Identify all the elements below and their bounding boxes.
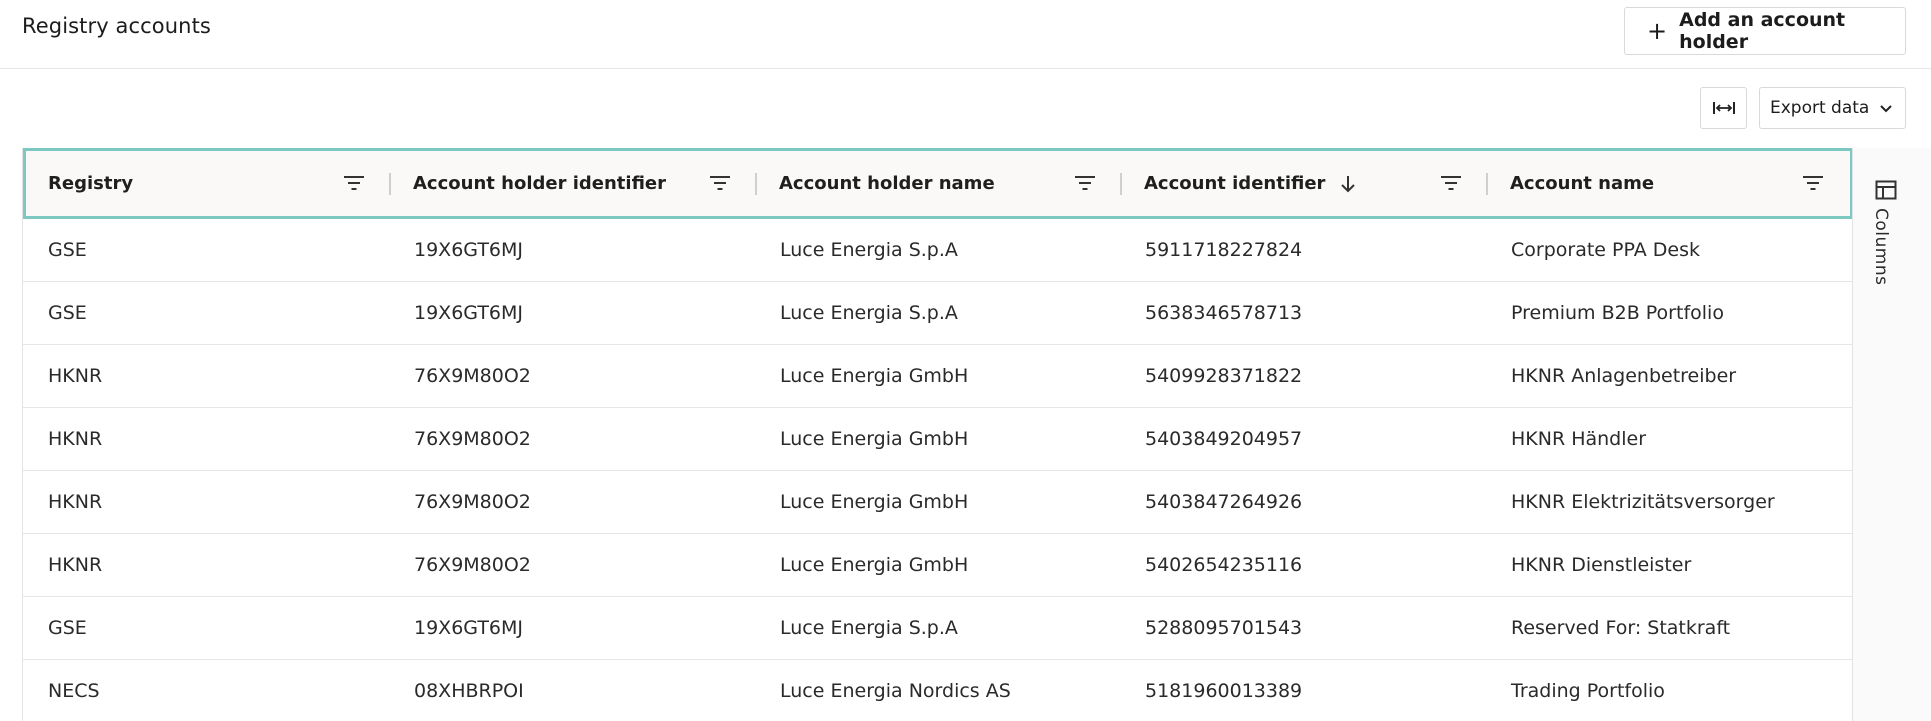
table-row[interactable]: HKNR 76X9M80O2 Luce Energia GmbH 5402654… [23,534,1853,597]
cell-registry: HKNR [48,365,103,387]
cell-account-holder-name: Luce Energia GmbH [780,365,969,387]
column-header-label: Registry [48,173,134,194]
filter-icon[interactable] [343,174,365,192]
column-header-label: Account identifier [1144,173,1326,194]
column-header-account-identifier[interactable]: Account identifier [1122,151,1488,216]
fit-columns-icon [1712,102,1735,114]
table-row[interactable]: HKNR 76X9M80O2 Luce Energia GmbH 5409928… [23,345,1853,408]
filter-icon[interactable] [709,174,731,192]
cell-account-holder-identifier: 76X9M80O2 [414,491,531,513]
cell-account-holder-name: Luce Energia S.p.A [780,239,958,261]
cell-account-identifier: 5288095701543 [1145,617,1303,639]
cell-account-holder-name: Luce Energia S.p.A [780,617,958,639]
sort-descending-icon [1339,174,1357,194]
accounts-table: Registry Account holder identifier Accou… [22,148,1853,721]
table-row[interactable]: GSE 19X6GT6MJ Luce Energia S.p.A 5288095… [23,597,1853,660]
cell-registry: HKNR [48,491,103,513]
cell-account-holder-identifier: 76X9M80O2 [414,428,531,450]
cell-account-name: Premium B2B Portfolio [1511,302,1724,324]
cell-account-identifier: 5181960013389 [1145,680,1303,702]
cell-account-name: HKNR Händler [1511,428,1647,450]
plus-icon: + [1647,17,1668,45]
column-header-account-name[interactable]: Account name [1488,151,1850,216]
cell-account-name: Corporate PPA Desk [1511,239,1700,261]
cell-account-holder-name: Luce Energia S.p.A [780,302,958,324]
table-row[interactable]: HKNR 76X9M80O2 Luce Energia GmbH 5403847… [23,471,1853,534]
cell-registry: GSE [48,302,87,324]
cell-account-identifier: 5638346578713 [1145,302,1303,324]
cell-account-holder-identifier: 76X9M80O2 [414,554,531,576]
columns-panel-toggle[interactable]: Columns [1863,180,1919,310]
export-data-label: Export data [1770,98,1870,118]
cell-account-identifier: 5402654235116 [1145,554,1303,576]
cell-account-holder-identifier: 19X6GT6MJ [414,617,524,639]
cell-account-identifier: 5403849204957 [1145,428,1303,450]
column-header-label: Account name [1510,173,1655,194]
cell-account-holder-identifier: 76X9M80O2 [414,365,531,387]
table-header-row: Registry Account holder identifier Accou… [23,148,1853,219]
fit-columns-button[interactable] [1700,87,1747,129]
cell-registry: NECS [48,680,100,702]
cell-account-holder-identifier: 19X6GT6MJ [414,239,524,261]
cell-account-holder-name: Luce Energia GmbH [780,428,969,450]
page-header: Registry accounts + Add an account holde… [0,0,1931,69]
cell-account-holder-identifier: 08XHBRPOI [414,680,524,702]
cell-account-name: HKNR Dienstleister [1511,554,1692,576]
cell-account-holder-name: Luce Energia GmbH [780,491,969,513]
table-row[interactable]: GSE 19X6GT6MJ Luce Energia S.p.A 5638346… [23,282,1853,345]
cell-account-holder-identifier: 19X6GT6MJ [414,302,524,324]
cell-account-name: HKNR Anlagenbetreiber [1511,365,1737,387]
table-row[interactable]: NECS 08XHBRPOI Luce Energia Nordics AS 5… [23,660,1853,721]
cell-account-holder-name: Luce Energia Nordics AS [780,680,1011,702]
columns-panel-label: Columns [1871,208,1891,286]
filter-icon[interactable] [1440,174,1462,192]
filter-icon[interactable] [1802,174,1824,192]
cell-registry: HKNR [48,428,103,450]
cell-account-identifier: 5403847264926 [1145,491,1303,513]
cell-account-identifier: 5409928371822 [1145,365,1303,387]
chevron-down-icon [1880,105,1892,113]
add-account-holder-button[interactable]: + Add an account holder [1624,7,1906,55]
column-header-label: Account holder identifier [413,173,667,194]
table-row[interactable]: GSE 19X6GT6MJ Luce Energia S.p.A 5911718… [23,219,1853,282]
cell-account-name: HKNR Elektrizitätsversorger [1511,491,1775,513]
grid-side-panel: Columns [1852,148,1931,721]
column-header-registry[interactable]: Registry [26,151,391,216]
cell-account-name: Trading Portfolio [1511,680,1665,702]
cell-account-holder-name: Luce Energia GmbH [780,554,969,576]
cell-registry: GSE [48,239,87,261]
table-row[interactable]: HKNR 76X9M80O2 Luce Energia GmbH 5403849… [23,408,1853,471]
add-account-holder-label: Add an account holder [1679,9,1846,53]
cell-registry: GSE [48,617,87,639]
cell-registry: HKNR [48,554,103,576]
columns-icon [1875,180,1897,200]
column-header-account-holder-identifier[interactable]: Account holder identifier [391,151,757,216]
cell-account-name: Reserved For: Statkraft [1511,617,1731,639]
table-body: GSE 19X6GT6MJ Luce Energia S.p.A 5911718… [23,219,1853,721]
column-header-label: Account holder name [779,173,995,194]
export-data-dropdown[interactable]: Export data [1759,87,1906,129]
page-title: Registry accounts [22,14,211,38]
filter-icon[interactable] [1074,174,1096,192]
column-header-account-holder-name[interactable]: Account holder name [757,151,1122,216]
cell-account-identifier: 5911718227824 [1145,239,1303,261]
